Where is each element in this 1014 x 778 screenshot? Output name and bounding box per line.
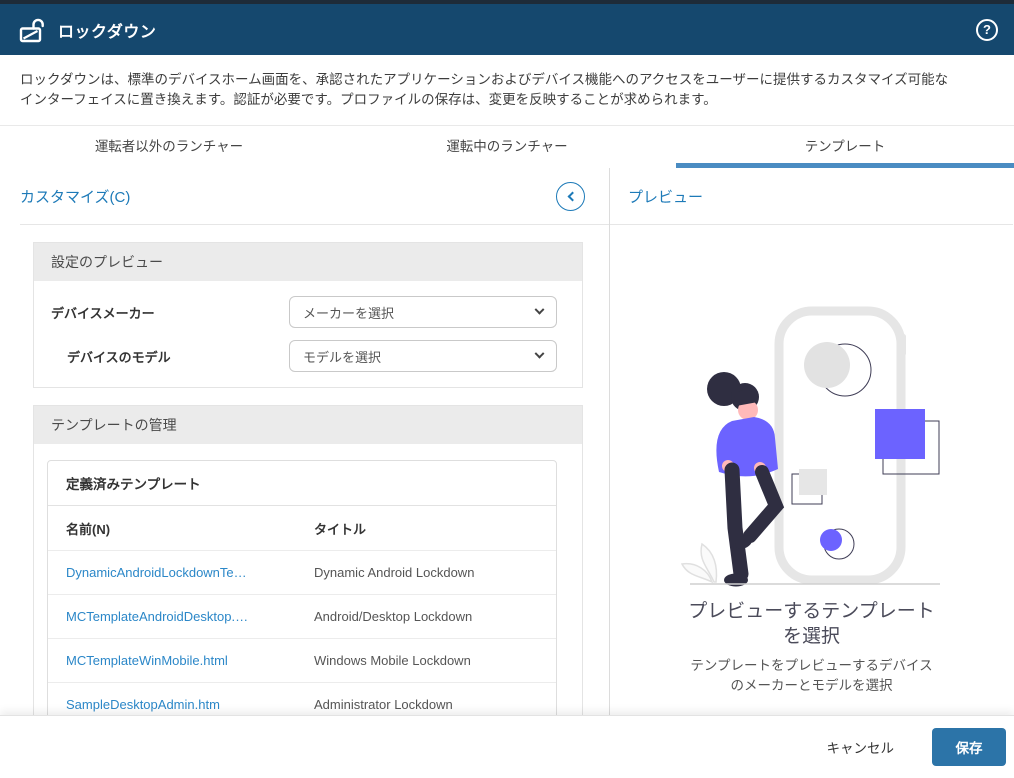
template-link[interactable]: SampleDesktopAdmin.htm	[66, 697, 220, 712]
predefined-templates-card: 定義済みテンプレート 名前(N) タイトル DynamicAndroidLock…	[47, 460, 557, 715]
save-button[interactable]: 保存	[932, 728, 1006, 766]
main-content: カスタマイズ(C) 設定のプレビュー デバイスメーカー メーカーを選択 デバイス…	[0, 168, 1014, 715]
help-icon[interactable]: ?	[976, 18, 998, 41]
preview-panel: プレビュー プレビューするテンプレート を選択 テンプレートをプレビューするデバ…	[610, 168, 1013, 715]
template-management-section: テンプレートの管理 定義済みテンプレート 名前(N) タイトル DynamicA…	[33, 405, 583, 715]
lockdown-unlock-icon	[19, 18, 44, 42]
description-line-1: ロックダウンは、標準のデバイスホーム画面を、承認されたアプリケーションおよびデバ…	[20, 72, 949, 87]
template-card-wrap: 定義済みテンプレート 名前(N) タイトル DynamicAndroidLock…	[34, 444, 582, 715]
device-model-row: デバイスのモデル モデルを選択	[34, 334, 582, 378]
chevron-down-icon	[534, 304, 545, 315]
preview-settings-section: 設定のプレビュー デバイスメーカー メーカーを選択 デバイスのモデル モデルを選…	[33, 242, 583, 388]
phone-person-illustration	[680, 306, 940, 587]
template-link[interactable]: MCTemplateAndroidDesktop.…	[66, 609, 248, 624]
template-title: Windows Mobile Lockdown	[314, 653, 471, 668]
table-row: SampleDesktopAdmin.htm Administrator Loc…	[48, 682, 556, 715]
tab-bar: 運転者以外のランチャー 運転中のランチャー テンプレート	[0, 126, 1014, 168]
empty-subtext-line-1: テンプレートをプレビューするデバイス	[690, 658, 933, 673]
empty-state-subtext: テンプレートをプレビューするデバイス のメーカーとモデルを選択	[610, 656, 1013, 696]
preview-empty-state: プレビューするテンプレート を選択 テンプレートをプレビューするデバイス のメー…	[610, 225, 1013, 696]
customize-title: カスタマイズ(C)	[20, 188, 131, 206]
collapse-panel-button[interactable]	[556, 181, 585, 211]
chevron-left-icon	[567, 191, 577, 201]
column-header-title: タイトル	[314, 521, 367, 537]
preview-settings-body: デバイスメーカー メーカーを選択 デバイスのモデル モデルを選択	[34, 281, 582, 387]
description-line-2: インターフェイスに置き換えます。認証が必要です。プロファイルの保存は、変更を反映…	[20, 92, 717, 107]
page-description: ロックダウンは、標準のデバイスホーム画面を、承認されたアプリケーションおよびデバ…	[0, 55, 1014, 126]
cancel-button[interactable]: キャンセル	[827, 737, 895, 757]
empty-heading-line-2: を選択	[782, 626, 840, 647]
tab-non-driver-launcher[interactable]: 運転者以外のランチャー	[0, 126, 338, 168]
table-row: MCTemplateAndroidDesktop.… Android/Deskt…	[48, 594, 556, 638]
empty-heading-line-1: プレビューするテンプレート	[688, 601, 935, 622]
template-title: Dynamic Android Lockdown	[314, 565, 475, 580]
empty-state-heading: プレビューするテンプレート を選択	[610, 599, 1013, 649]
page-title: ロックダウン	[58, 23, 157, 41]
device-manufacturer-select[interactable]: メーカーを選択	[289, 296, 557, 328]
empty-subtext-line-2: のメーカーとモデルを選択	[730, 678, 893, 693]
template-title: Android/Desktop Lockdown	[314, 609, 473, 624]
tab-driving-launcher[interactable]: 運転中のランチャー	[338, 126, 676, 168]
template-management-header: テンプレートの管理	[34, 406, 582, 444]
device-model-value: モデルを選択	[303, 349, 382, 365]
template-link[interactable]: MCTemplateWinMobile.html	[66, 653, 228, 668]
column-header-name: 名前(N)	[66, 521, 111, 537]
preview-settings-header: 設定のプレビュー	[34, 243, 582, 281]
table-row: MCTemplateWinMobile.html Windows Mobile …	[48, 638, 556, 682]
template-table-header: 名前(N) タイトル	[48, 506, 556, 550]
footer-bar: キャンセル 保存	[0, 715, 1014, 778]
chevron-down-icon	[534, 348, 545, 359]
preview-panel-header: プレビュー	[610, 168, 1013, 225]
tab-templates[interactable]: テンプレート	[676, 126, 1014, 168]
device-model-label: デバイスのモデル	[67, 349, 171, 365]
customize-panel: カスタマイズ(C) 設定のプレビュー デバイスメーカー メーカーを選択 デバイス…	[0, 168, 610, 715]
device-manufacturer-row: デバイスメーカー メーカーを選択	[34, 290, 582, 334]
template-link[interactable]: DynamicAndroidLockdownTe…	[66, 565, 247, 580]
template-title: Administrator Lockdown	[314, 697, 453, 712]
app-header: ロックダウン ?	[0, 4, 1014, 55]
device-manufacturer-label: デバイスメーカー	[51, 305, 155, 321]
predefined-templates-title: 定義済みテンプレート	[48, 461, 556, 506]
device-manufacturer-value: メーカーを選択	[303, 305, 395, 321]
device-model-select[interactable]: モデルを選択	[289, 340, 557, 372]
preview-title: プレビュー	[628, 188, 704, 206]
table-row: DynamicAndroidLockdownTe… Dynamic Androi…	[48, 550, 556, 594]
customize-panel-header: カスタマイズ(C)	[20, 168, 609, 225]
